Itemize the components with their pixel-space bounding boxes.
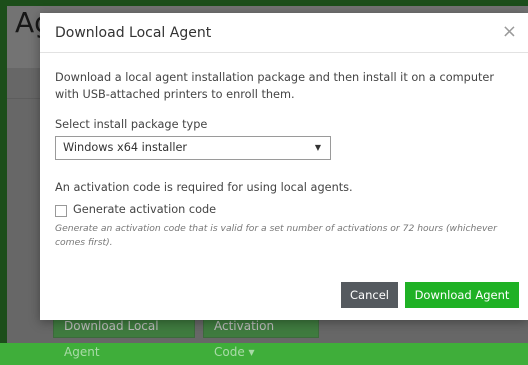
dialog-header-divider [40, 52, 528, 53]
package-type-label: Select install package type [55, 118, 208, 131]
activation-code-hint: Generate an activation code that is vali… [55, 223, 497, 248]
package-type-select[interactable]: Windows x64 installer ▼ [55, 136, 331, 160]
download-agent-button[interactable]: Download Agent [405, 282, 519, 308]
activation-note: An activation code is required for using… [55, 181, 353, 194]
dialog-description: Download a local agent installation pack… [55, 71, 495, 101]
package-type-value: Windows x64 installer [63, 141, 188, 154]
download-local-agent-dialog: Download Local Agent × Download a local … [40, 13, 528, 320]
cancel-button[interactable]: Cancel [341, 282, 398, 308]
close-icon[interactable]: × [502, 22, 517, 42]
dialog-title: Download Local Agent [55, 25, 212, 41]
generate-activation-code-label[interactable]: Generate activation code [73, 203, 216, 216]
generate-activation-code-checkbox[interactable] [55, 205, 67, 217]
chevron-down-icon: ▼ [314, 143, 321, 152]
